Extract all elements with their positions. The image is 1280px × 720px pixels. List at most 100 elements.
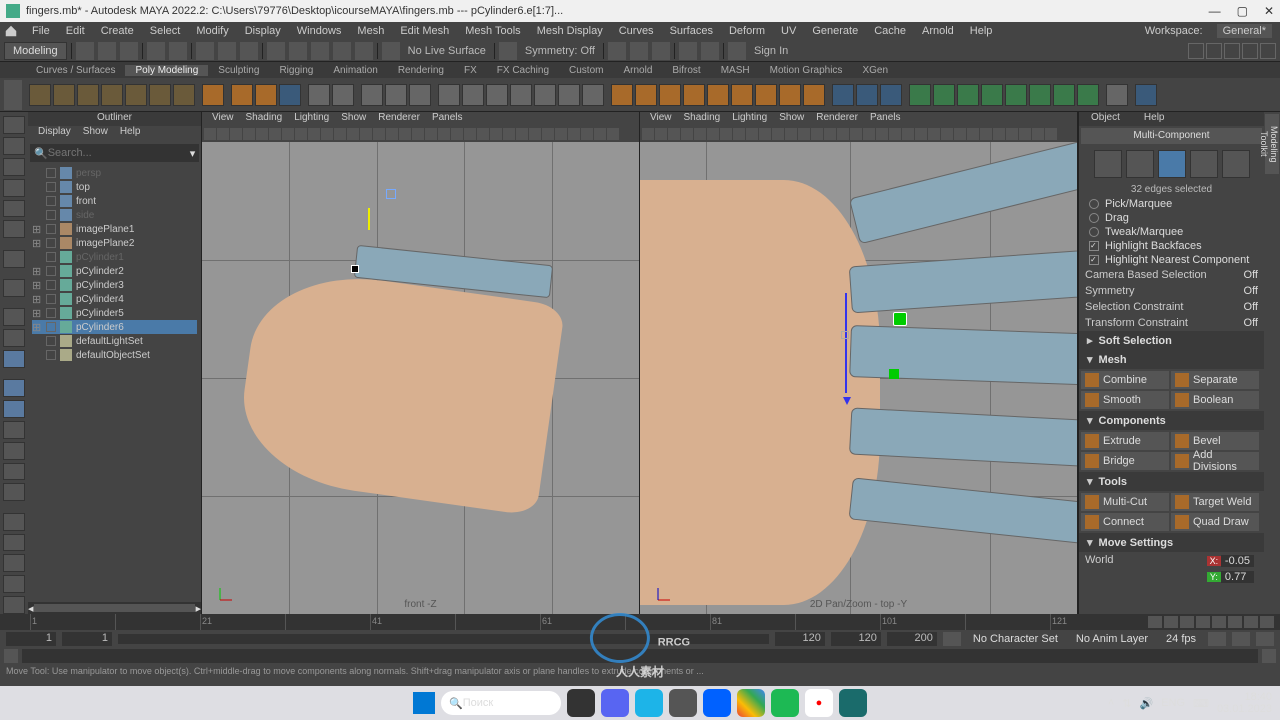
edge-mode-icon[interactable]	[1158, 150, 1186, 178]
key-back-icon[interactable]	[1180, 616, 1194, 628]
vp2-menu-renderer[interactable]: Renderer	[810, 112, 864, 126]
platonic-icon[interactable]	[202, 84, 224, 106]
vp1-menu-view[interactable]: View	[206, 112, 240, 126]
step-fwd-icon[interactable]	[1244, 616, 1258, 628]
modeling-toolkit-tab[interactable]: Modeling Toolkit	[1265, 114, 1279, 174]
vp-toolbar-icon[interactable]	[980, 128, 992, 140]
vp-toolbar-icon[interactable]	[308, 128, 320, 140]
layout-icon-1[interactable]	[1188, 43, 1204, 59]
lights-icon[interactable]	[3, 596, 25, 614]
taskbar-spotify-icon[interactable]	[771, 689, 799, 717]
mel-icon[interactable]	[4, 649, 18, 663]
windows-start-icon[interactable]	[413, 692, 435, 714]
move-x-field[interactable]: -0.05	[1221, 555, 1254, 567]
vp-toolbar-icon[interactable]	[668, 128, 680, 140]
snap-live-icon[interactable]	[355, 42, 373, 60]
range-start2-field[interactable]: 1	[62, 632, 112, 646]
search-options-icon[interactable]: ▾	[190, 147, 196, 160]
poly-torus-icon[interactable]	[125, 84, 147, 106]
move-y-field[interactable]: 0.77	[1221, 571, 1254, 583]
tab-help[interactable]: Help	[1132, 112, 1177, 126]
layout-single-icon[interactable]	[3, 308, 25, 326]
vp-toolbar-icon[interactable]	[243, 128, 255, 140]
vp-toolbar-icon[interactable]	[217, 128, 229, 140]
fps-dropdown[interactable]: 24 fps	[1160, 633, 1202, 645]
taskbar-explorer-icon[interactable]	[669, 689, 697, 717]
separate-icon[interactable]	[462, 84, 484, 106]
autokey-icon[interactable]	[943, 632, 961, 646]
smooth-icon[interactable]	[510, 84, 532, 106]
snap-grid-icon[interactable]	[267, 42, 285, 60]
workspace-dropdown[interactable]: General*	[1217, 24, 1272, 38]
x-ray-icon[interactable]	[3, 513, 25, 531]
vp-toolbar-icon[interactable]	[477, 128, 489, 140]
svg-icon[interactable]	[255, 84, 277, 106]
snap-curve-icon[interactable]	[289, 42, 307, 60]
viewport-top[interactable]: 2D Pan/Zoom - top -Y	[640, 142, 1077, 614]
vp1-menu-panels[interactable]: Panels	[426, 112, 469, 126]
prefs-icon[interactable]	[1256, 632, 1274, 646]
vp-toolbar-icon[interactable]	[811, 128, 823, 140]
vp-toolbar-icon[interactable]	[928, 128, 940, 140]
vp1-menu-show[interactable]: Show	[335, 112, 372, 126]
vp-toolbar-icon[interactable]	[256, 128, 268, 140]
shelf-tab-fx[interactable]: FX	[454, 65, 487, 76]
vp1-menu-renderer[interactable]: Renderer	[372, 112, 426, 126]
quaddraw-icon[interactable]	[1135, 84, 1157, 106]
vp-toolbar-icon[interactable]	[1045, 128, 1057, 140]
vp-toolbar-icon[interactable]	[837, 128, 849, 140]
last-tool-icon[interactable]	[3, 250, 25, 268]
layout-icon-2[interactable]	[1206, 43, 1222, 59]
shelf-tab-bifrost[interactable]: Bifrost	[662, 65, 710, 76]
menu-deform[interactable]: Deform	[721, 25, 773, 37]
layout-icon-3[interactable]	[1224, 43, 1240, 59]
vp-toolbar-icon[interactable]	[386, 128, 398, 140]
tray-lang[interactable]: ENG	[1161, 697, 1185, 709]
vp-toolbar-icon[interactable]	[230, 128, 242, 140]
sweep-mesh-icon[interactable]	[308, 84, 330, 106]
outliner-node-defaultlightset[interactable]: defaultLightSet	[32, 334, 197, 348]
vp-toolbar-icon[interactable]	[967, 128, 979, 140]
vp-toolbar-icon[interactable]	[694, 128, 706, 140]
poly-sphere-icon[interactable]	[29, 84, 51, 106]
vp-toolbar-icon[interactable]	[321, 128, 333, 140]
object-mode-icon[interactable]	[1094, 150, 1122, 178]
shelf-tab-xgen[interactable]: XGen	[852, 65, 898, 76]
vp-toolbar-icon[interactable]	[529, 128, 541, 140]
multicomponent-button[interactable]: Multi-Component	[1081, 128, 1262, 144]
outliner-tree[interactable]: persptopfrontside⊞imagePlane1⊞imagePlane…	[28, 164, 201, 602]
range-end2-field[interactable]: 120	[831, 632, 881, 646]
vp-toolbar-icon[interactable]	[555, 128, 567, 140]
range-end-field[interactable]: 120	[775, 632, 825, 646]
rotate-tool-icon[interactable]	[3, 200, 25, 218]
new-scene-icon[interactable]	[76, 42, 94, 60]
redo-icon[interactable]	[169, 42, 187, 60]
vp-toolbar-icon[interactable]	[850, 128, 862, 140]
vp-toolbar-icon[interactable]	[720, 128, 732, 140]
outliner-node-pcylinder5[interactable]: ⊞pCylinder5	[32, 306, 197, 320]
menu-curves[interactable]: Curves	[611, 25, 662, 37]
quadrangulate-icon[interactable]	[582, 84, 604, 106]
render-settings-icon[interactable]	[652, 42, 670, 60]
script-editor-icon[interactable]	[1262, 649, 1276, 663]
charset-dropdown[interactable]: No Character Set	[967, 633, 1064, 645]
save-scene-icon[interactable]	[120, 42, 138, 60]
vertex-mode-icon[interactable]	[1126, 150, 1154, 178]
tray-volume-icon[interactable]: 🔊	[1140, 697, 1154, 710]
menu-generate[interactable]: Generate	[804, 25, 866, 37]
vp-toolbar-icon[interactable]	[993, 128, 1005, 140]
vp-toolbar-icon[interactable]	[759, 128, 771, 140]
layer-editor-icon[interactable]	[3, 483, 25, 501]
circularize-icon[interactable]	[909, 84, 931, 106]
vp2-menu-view[interactable]: View	[644, 112, 678, 126]
menu-editmesh[interactable]: Edit Mesh	[392, 25, 457, 37]
menu-help[interactable]: Help	[962, 25, 1001, 37]
op-multicut[interactable]: Multi-Cut	[1081, 493, 1169, 511]
vp-toolbar-icon[interactable]	[954, 128, 966, 140]
face-mode-icon[interactable]	[1190, 150, 1218, 178]
vp-toolbar-icon[interactable]	[642, 128, 654, 140]
shelf-tab-animation[interactable]: Animation	[323, 65, 387, 76]
vp-toolbar-icon[interactable]	[824, 128, 836, 140]
collapse-icon[interactable]	[731, 84, 753, 106]
mirror-icon[interactable]	[486, 84, 508, 106]
